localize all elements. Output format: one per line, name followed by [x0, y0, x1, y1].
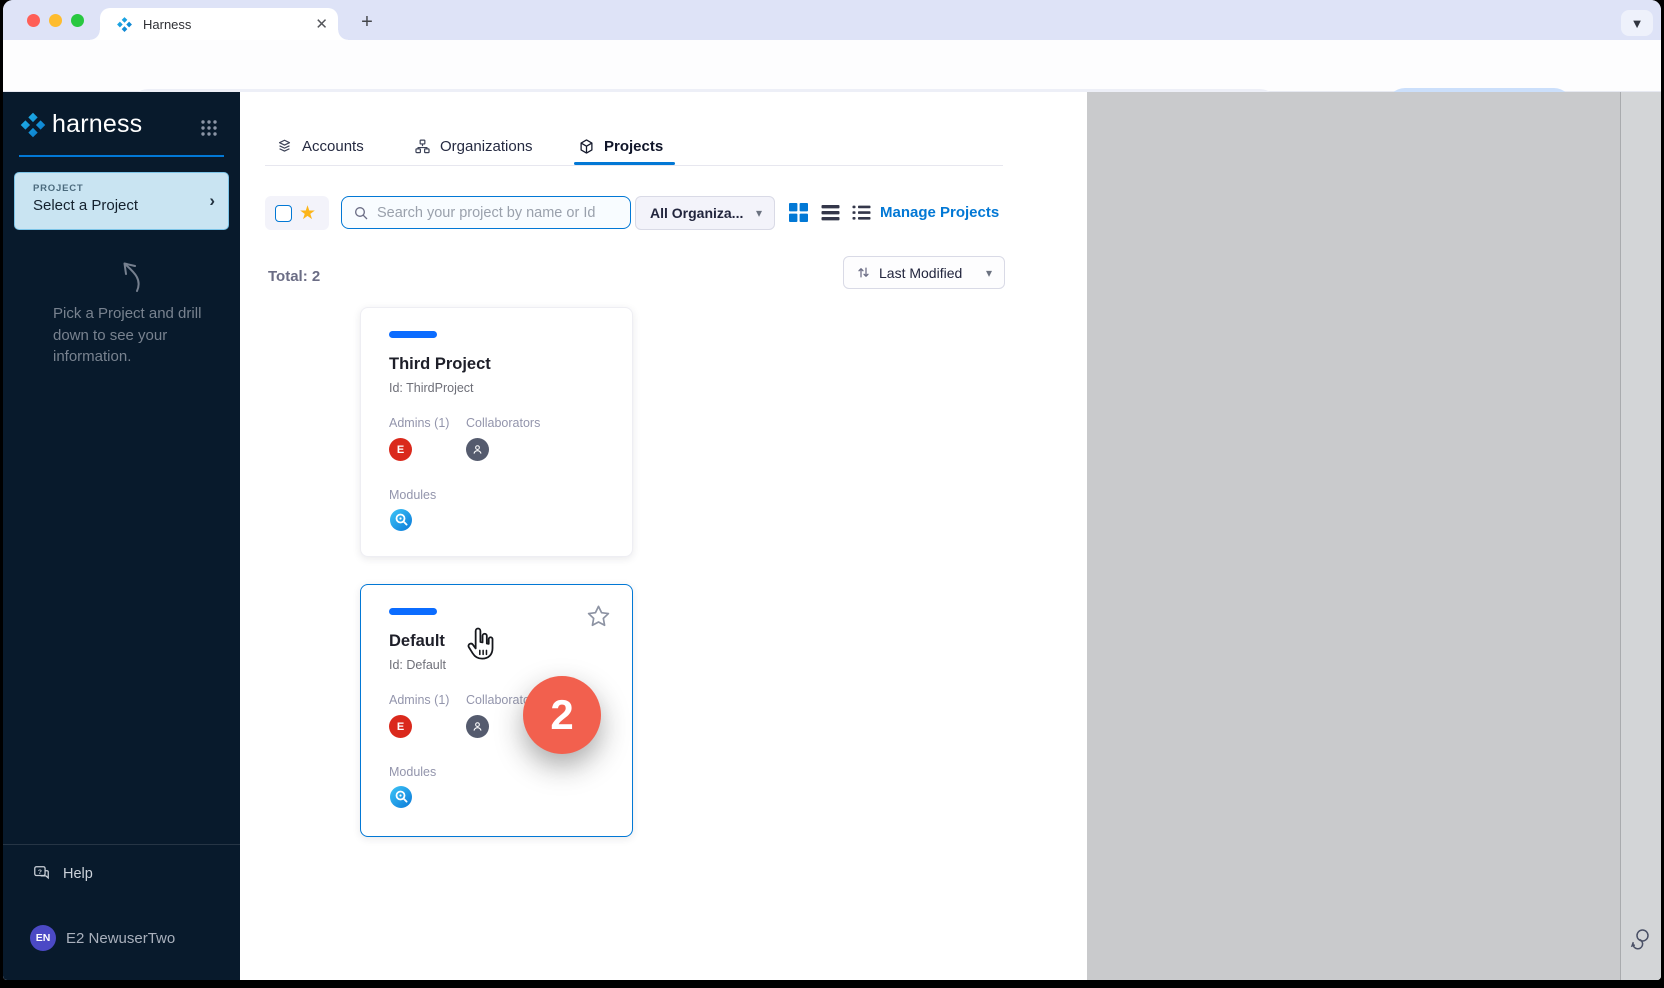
- modules-label: Modules: [389, 488, 436, 502]
- tab-overflow-button[interactable]: ▼: [1621, 10, 1653, 36]
- manage-projects-link[interactable]: Manage Projects: [880, 204, 999, 221]
- project-title[interactable]: Third Project: [389, 355, 491, 374]
- chevron-right-icon: ›: [209, 191, 215, 211]
- user-avatar: EN: [30, 925, 56, 951]
- chat-bubbles-icon[interactable]: [1628, 926, 1652, 950]
- favorite-star-outline-icon[interactable]: [585, 603, 612, 630]
- search-input[interactable]: [377, 205, 617, 221]
- minimize-window-button[interactable]: [49, 14, 62, 27]
- chevron-down-icon: ▾: [986, 266, 992, 280]
- layers-icon: [276, 138, 293, 155]
- main-panel: Accounts Organizations: [240, 92, 1087, 980]
- app-grid-icon[interactable]: [200, 119, 218, 137]
- favorites-filter: ★: [265, 196, 329, 230]
- browser-tab[interactable]: Harness ✕: [100, 8, 338, 40]
- tab-strip: Harness ✕ + ▼: [3, 0, 1661, 40]
- module-chaos-icon[interactable]: [389, 785, 413, 809]
- project-color-bar: [389, 608, 437, 615]
- organization-filter-dropdown[interactable]: All Organiza... ▾: [635, 196, 775, 230]
- sort-dropdown[interactable]: Last Modified ▾: [843, 256, 1005, 289]
- tab-organizations[interactable]: Organizations: [414, 132, 533, 160]
- tab-accounts[interactable]: Accounts: [276, 132, 364, 160]
- maximize-window-button[interactable]: [71, 14, 84, 27]
- collaborator-avatar[interactable]: [466, 438, 489, 461]
- modules-label: Modules: [389, 765, 436, 779]
- sort-arrows-icon: [856, 265, 871, 280]
- sketch-arrow-icon: [98, 248, 146, 296]
- organization-filter-value: All Organiza...: [650, 205, 756, 221]
- brand-divider: [19, 155, 224, 157]
- total-count: Total: 2: [268, 268, 320, 285]
- project-selector[interactable]: PROJECT Select a Project ›: [14, 172, 229, 230]
- module-chaos-icon[interactable]: [389, 508, 413, 532]
- tab-organizations-label: Organizations: [440, 138, 533, 155]
- cube-icon: [578, 138, 595, 155]
- project-selector-label: PROJECT: [33, 183, 214, 194]
- project-title[interactable]: Default: [389, 632, 445, 651]
- project-search[interactable]: [341, 196, 631, 229]
- list-view-icon[interactable]: [851, 202, 872, 223]
- person-icon: [471, 720, 484, 733]
- harness-logo-icon: [19, 111, 47, 139]
- help-label: Help: [63, 866, 93, 882]
- project-id: Id: Default: [389, 658, 446, 672]
- admins-label: Admins (1): [389, 693, 449, 707]
- close-window-button[interactable]: [27, 14, 40, 27]
- project-color-bar: [389, 331, 437, 338]
- sidebar: harness PROJECT Select a Project ›: [3, 92, 240, 980]
- chevron-down-icon: ▾: [756, 206, 762, 220]
- tab-accounts-label: Accounts: [302, 138, 364, 155]
- hand-cursor-icon: [462, 626, 500, 664]
- tab-close-icon[interactable]: ✕: [315, 17, 328, 32]
- tab-title: Harness: [143, 17, 315, 32]
- search-icon: [353, 205, 369, 221]
- background-panel: [1087, 92, 1620, 980]
- collaborator-avatar[interactable]: [466, 715, 489, 738]
- brand-name: harness: [52, 110, 142, 139]
- right-side-strip: [1620, 92, 1661, 980]
- sidebar-hint-text: Pick a Project and drill down to see you…: [53, 303, 213, 368]
- rows-view-icon[interactable]: [820, 202, 841, 223]
- harness-brand[interactable]: harness: [19, 110, 142, 139]
- sort-value: Last Modified: [879, 265, 986, 281]
- annotation-step-badge: 2: [523, 676, 601, 754]
- browser-window: Harness ✕ + ▼ app.harness.io/ng/account/…: [3, 0, 1661, 980]
- admin-avatar[interactable]: E: [389, 715, 412, 738]
- browser-toolbar: app.harness.io/ng/account/YWdkwNPiTceDUK…: [3, 40, 1661, 92]
- help-item[interactable]: ? Help: [32, 864, 93, 883]
- tab-projects[interactable]: Projects: [578, 132, 663, 160]
- user-name: E2 NewuserTwo: [66, 930, 175, 947]
- sidebar-divider: [3, 844, 240, 845]
- svg-text:?: ?: [38, 869, 42, 876]
- page-content: harness PROJECT Select a Project ›: [3, 92, 1661, 980]
- project-card-third-project[interactable]: Third Project Id: ThirdProject Admins (1…: [360, 307, 633, 557]
- harness-favicon-icon: [116, 16, 133, 33]
- new-tab-button[interactable]: +: [355, 11, 379, 34]
- active-tab-underline: [574, 162, 675, 165]
- admins-label: Admins (1): [389, 416, 449, 430]
- favorites-checkbox[interactable]: [275, 205, 292, 222]
- project-id: Id: ThirdProject: [389, 381, 474, 395]
- org-chart-icon: [414, 138, 431, 155]
- collaborators-label: Collaborators: [466, 416, 540, 430]
- tabs-divider: [265, 165, 1003, 166]
- admin-avatar[interactable]: E: [389, 438, 412, 461]
- project-selector-value: Select a Project: [33, 197, 214, 214]
- help-chat-icon: ?: [32, 864, 51, 883]
- person-icon: [471, 443, 484, 456]
- grid-view-icon[interactable]: [788, 202, 809, 223]
- tab-projects-label: Projects: [604, 138, 663, 155]
- user-account-item[interactable]: EN E2 NewuserTwo: [30, 925, 175, 951]
- favorites-star-icon[interactable]: ★: [299, 204, 316, 223]
